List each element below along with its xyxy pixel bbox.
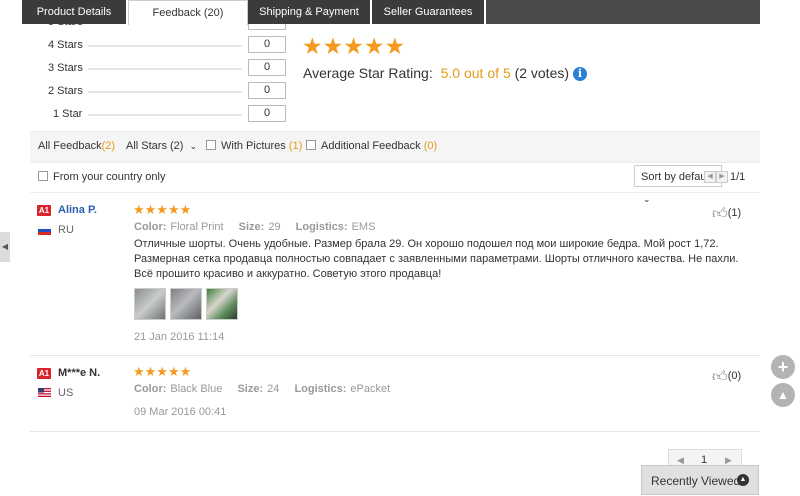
- average-label: Average Star Rating:: [303, 65, 433, 81]
- tab-seller-guarantees[interactable]: Seller Guarantees: [372, 0, 486, 24]
- logistics-label: Logistics:: [294, 383, 347, 395]
- buyer-level-badge: A1: [37, 368, 51, 379]
- reviewer-country: US: [58, 387, 74, 399]
- info-icon[interactable]: i: [572, 67, 587, 81]
- filter-additional-feedback[interactable]: Additional Feedback (0): [306, 140, 437, 152]
- sort-row: From your country only Sort by default ⌄…: [30, 164, 760, 204]
- review-photo-thumbnail[interactable]: [206, 288, 238, 320]
- filter-additional-feedback-count: (0): [423, 140, 438, 152]
- color-value: Floral Print: [170, 221, 224, 233]
- filter-all-feedback-count: (2): [101, 140, 116, 152]
- rating-count: 0: [248, 36, 286, 53]
- review-date: 21 Jan 2016 11:14: [134, 331, 225, 343]
- filter-with-pictures-label: With Pictures: [221, 140, 286, 152]
- thumbs-up-icon: 👍︎: [712, 368, 728, 385]
- rating-label: 2 Stars: [48, 85, 83, 97]
- rating-bar: [88, 45, 242, 47]
- rating-bar: [88, 68, 242, 70]
- filter-from-country-label: From your country only: [53, 171, 166, 183]
- filter-additional-feedback-label: Additional Feedback: [321, 140, 421, 152]
- filter-all-feedback-label: All Feedback: [38, 140, 102, 152]
- checkbox-icon[interactable]: [38, 171, 48, 181]
- size-value: 29: [268, 221, 281, 233]
- helpful-button[interactable]: 👍︎(0): [712, 368, 741, 386]
- checkbox-icon[interactable]: [206, 140, 216, 150]
- color-label: Color:: [134, 221, 167, 233]
- reviewer-country: RU: [58, 224, 74, 236]
- chevron-down-icon: ⌄: [643, 194, 651, 204]
- recently-viewed-label: Recently Viewed: [651, 474, 741, 488]
- prev-page-icon[interactable]: ◀: [704, 171, 716, 183]
- review-meta: Color: Floral Print Size: 29 Logistics: EMS: [134, 221, 375, 233]
- average-stars: ★★★★★: [302, 33, 406, 59]
- review-stars: ★★★★★: [133, 364, 192, 379]
- average-value: 5.0 out of 5: [440, 65, 511, 81]
- filter-all-stars-dropdown[interactable]: All Stars (2) ⌄: [126, 140, 197, 152]
- helpful-count: (1): [727, 207, 742, 219]
- reviewer-name[interactable]: Alina P.: [58, 204, 97, 216]
- filter-from-country[interactable]: From your country only: [38, 171, 165, 183]
- average-rating: Average Star Rating: 5.0 out of 5 (2 vot…: [303, 65, 587, 81]
- scroll-top-icon[interactable]: ▲: [771, 383, 795, 407]
- chevron-up-icon: ▲: [737, 474, 749, 486]
- review-divider: [30, 355, 760, 356]
- buyer-level-badge: A1: [37, 205, 51, 216]
- tab-bar-overlay: Product Details Feedback (20) Shipping &…: [22, 0, 760, 25]
- rating-label: 3 Stars: [48, 62, 83, 74]
- next-page-icon[interactable]: ▶: [716, 171, 728, 183]
- recently-viewed-button[interactable]: Recently Viewed ▲: [641, 465, 759, 495]
- flag-ru-icon: [38, 226, 51, 235]
- review-stars: ★★★★★: [133, 202, 192, 217]
- filter-all-feedback[interactable]: All Feedback(2): [38, 140, 115, 152]
- reviewer-name[interactable]: M***e N.: [58, 367, 100, 379]
- vote-count: (2 votes): [514, 65, 570, 81]
- tab-product-details[interactable]: Product Details: [22, 0, 128, 24]
- chevron-down-icon: ⌄: [189, 141, 198, 151]
- logistics-value: ePacket: [350, 383, 391, 395]
- rating-label: 1 Star: [53, 108, 83, 120]
- checkbox-icon[interactable]: [306, 140, 316, 150]
- color-label: Color:: [134, 383, 167, 395]
- rating-bar: [88, 91, 242, 93]
- rating-count: 0: [248, 105, 286, 122]
- logistics-label: Logistics:: [295, 221, 348, 233]
- filter-with-pictures-count: (1): [288, 140, 303, 152]
- review-photo-thumbnail[interactable]: [170, 288, 202, 320]
- rating-bar: [88, 114, 242, 116]
- page-indicator: 1/1: [730, 171, 746, 183]
- rating-label: 4 Stars: [48, 39, 83, 51]
- logistics-value: EMS: [351, 221, 376, 233]
- review-photo-thumbnail[interactable]: [134, 288, 166, 320]
- side-collapse-button[interactable]: ◀: [0, 232, 10, 262]
- flag-us-icon: [38, 388, 51, 397]
- tab-feedback[interactable]: Feedback (20): [128, 0, 248, 25]
- review-meta: Color: Black Blue Size: 24 Logistics: ePack…: [134, 383, 390, 395]
- size-label: Size:: [237, 383, 264, 395]
- size-value: 24: [267, 383, 280, 395]
- add-icon[interactable]: +: [771, 355, 795, 379]
- rating-count: 0: [248, 59, 286, 76]
- review-date: 09 Mar 2016 00:41: [134, 406, 227, 418]
- color-value: Black Blue: [170, 383, 223, 395]
- filter-all-stars-label: All Stars (2): [126, 140, 184, 152]
- filter-with-pictures[interactable]: With Pictures (1): [206, 140, 302, 152]
- feedback-filter-bar: All Feedback(2) All Stars (2) ⌄ With Pic…: [30, 131, 760, 163]
- helpful-button[interactable]: 👍︎(1): [712, 205, 741, 223]
- thumbs-up-icon: 👍︎: [712, 205, 728, 222]
- review-text: Отличные шорты. Очень удобные. Размер бр…: [134, 238, 739, 280]
- review-divider: [30, 431, 760, 432]
- helpful-count: (0): [727, 370, 742, 382]
- size-label: Size:: [238, 221, 265, 233]
- sort-label: Sort by default: [641, 171, 712, 183]
- tab-shipping-payment[interactable]: Shipping & Payment: [248, 0, 372, 24]
- rating-count: 0: [248, 82, 286, 99]
